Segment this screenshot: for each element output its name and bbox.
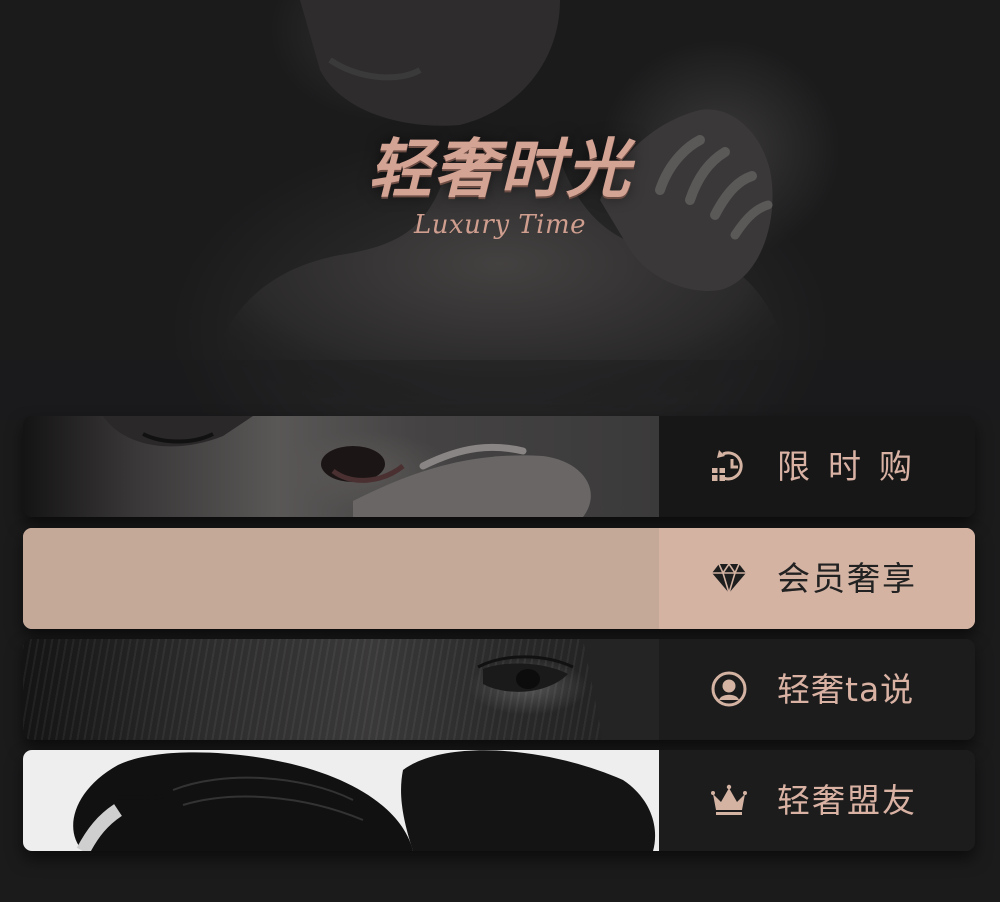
clock-gift-icon xyxy=(711,448,747,484)
menu-card-luxury-allies[interactable]: 轻奢盟友 xyxy=(23,750,975,851)
diamond-icon xyxy=(711,560,747,596)
card-panel: 限时购 xyxy=(659,416,975,517)
menu-card-flash-sale[interactable]: 限时购 xyxy=(23,416,975,517)
card-banner-image xyxy=(23,416,659,517)
crown-icon xyxy=(711,782,747,818)
menu-label-flash-sale: 限时购 xyxy=(777,447,930,486)
menu-card-luxury-talk[interactable]: 轻奢ta说 xyxy=(23,639,975,740)
card-banner-image xyxy=(23,528,659,629)
user-avatar-icon xyxy=(711,671,747,707)
card-panel: 会员奢享 xyxy=(659,528,975,629)
hero-banner: 轻奢时光 Luxury Time xyxy=(0,0,1000,420)
menu-label-member-luxury: 会员奢享 xyxy=(777,559,917,598)
card-banner-image xyxy=(23,750,659,851)
card-panel: 轻奢ta说 xyxy=(659,639,975,740)
menu-card-member-luxury[interactable]: 会员奢享 xyxy=(23,528,975,629)
brand-title: 轻奢时光 xyxy=(368,133,632,207)
card-banner-image xyxy=(23,639,659,740)
menu-label-luxury-allies: 轻奢盟友 xyxy=(777,781,917,820)
card-panel: 轻奢盟友 xyxy=(659,750,975,851)
brand-subtitle: Luxury Time xyxy=(414,210,586,240)
menu-label-luxury-talk: 轻奢ta说 xyxy=(777,670,915,709)
brand-logo: 轻奢时光 Luxury Time xyxy=(0,128,1000,240)
